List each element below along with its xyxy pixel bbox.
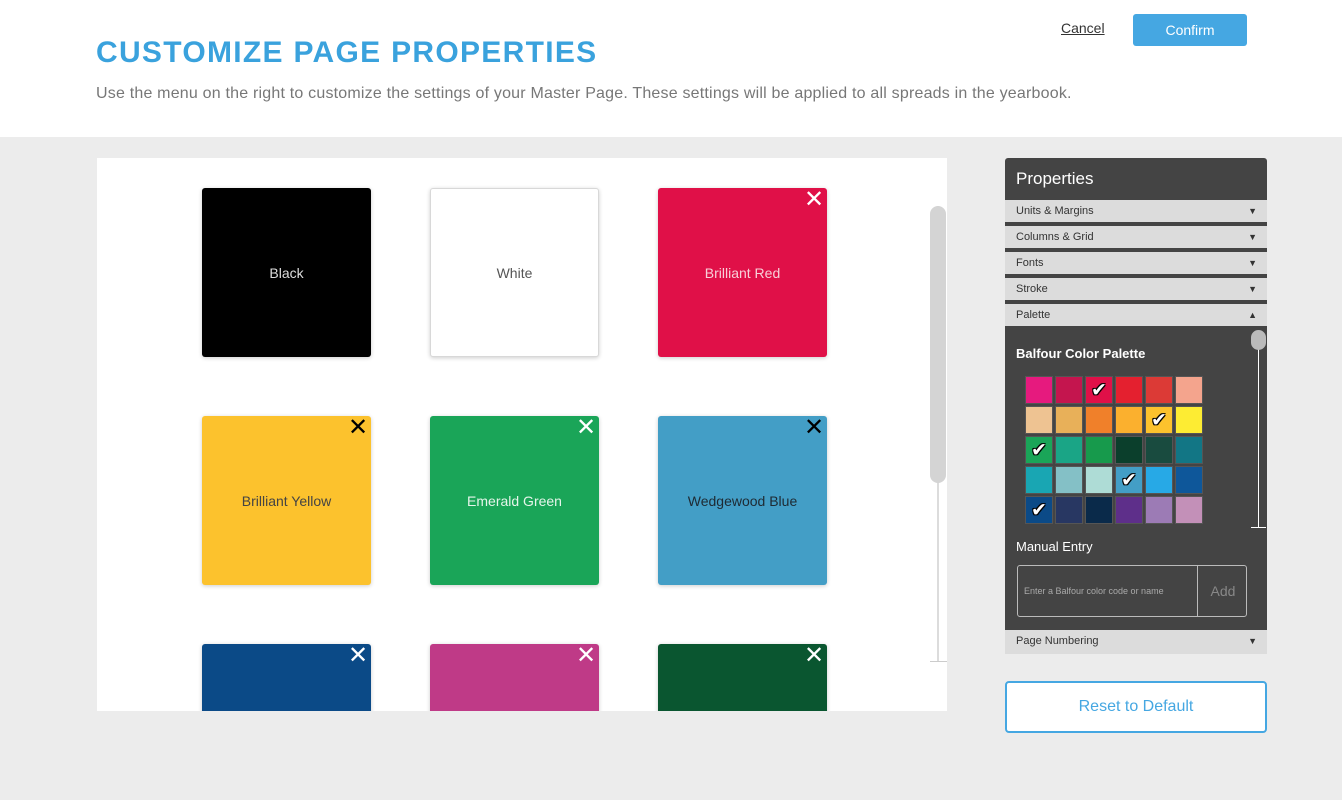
canvas-scrollbar-thumb[interactable] (930, 206, 946, 483)
close-icon[interactable]: ✕ (576, 644, 596, 668)
palette-color-cell[interactable] (1055, 376, 1083, 404)
palette-heading: Balfour Color Palette (1016, 346, 1146, 361)
checkmark-icon: ✔ (1091, 379, 1107, 401)
palette-color-cell[interactable] (1175, 436, 1203, 464)
swatch-label: Brilliant Yellow (241, 492, 332, 509)
section-label: Palette (1016, 309, 1051, 321)
section-label: Stroke (1016, 283, 1048, 295)
chevron-down-icon: ▼ (1248, 206, 1257, 216)
section-stroke[interactable]: Stroke ▼ (1005, 278, 1267, 302)
palette-color-cell[interactable] (1175, 406, 1203, 434)
palette-color-cell[interactable] (1145, 466, 1173, 494)
section-label: Page Numbering (1016, 635, 1099, 647)
palette-color-cell[interactable] (1025, 406, 1053, 434)
swatch-label: Brilliant Red (704, 264, 781, 281)
chevron-down-icon: ▼ (1248, 232, 1257, 242)
palette-color-cell[interactable] (1175, 496, 1203, 524)
section-label: Units & Margins (1016, 205, 1094, 217)
page-subtitle: Use the menu on the right to customize t… (96, 85, 1072, 102)
palette-color-cell[interactable] (1025, 466, 1053, 494)
close-icon[interactable]: ✕ (348, 416, 368, 440)
section-units-margins[interactable]: Units & Margins ▼ (1005, 200, 1267, 224)
color-swatch[interactable]: White (430, 188, 599, 357)
confirm-button[interactable]: Confirm (1133, 14, 1247, 46)
palette-color-cell[interactable] (1085, 466, 1113, 494)
color-code-input[interactable] (1018, 566, 1198, 616)
properties-title: Properties (1016, 169, 1094, 188)
palette-color-cell[interactable] (1085, 436, 1113, 464)
palette-color-cell[interactable] (1115, 496, 1143, 524)
chevron-down-icon: ▼ (1248, 258, 1257, 268)
section-palette[interactable]: Palette ▲ (1005, 304, 1267, 328)
palette-scroll-track-end (1251, 527, 1266, 528)
close-icon[interactable]: ✕ (576, 416, 596, 440)
swatch-label: White (496, 264, 533, 281)
color-swatch[interactable]: Emerald Green ✕ (430, 416, 599, 585)
checkmark-icon: ✔ (1151, 409, 1167, 431)
palette-color-cell[interactable] (1145, 436, 1173, 464)
reset-to-default-button[interactable]: Reset to Default (1005, 681, 1267, 733)
close-icon[interactable]: ✕ (348, 644, 368, 668)
palette-color-cell[interactable]: ✔ (1025, 436, 1053, 464)
palette-color-cell[interactable]: ✔ (1145, 406, 1173, 434)
manual-entry-label: Manual Entry (1016, 539, 1093, 554)
swatch-label: Wedgewood Blue (687, 492, 798, 509)
canvas-scroll-track-end (930, 661, 947, 662)
palette-color-cell[interactable] (1055, 466, 1083, 494)
palette-color-cell[interactable] (1055, 406, 1083, 434)
section-page-numbering[interactable]: Page Numbering ▼ (1005, 630, 1267, 654)
palette-color-cell[interactable] (1025, 376, 1053, 404)
properties-panel: Properties Units & Margins ▼ Columns & G… (1005, 158, 1267, 654)
palette-color-cell[interactable] (1115, 436, 1143, 464)
chevron-up-icon: ▲ (1248, 310, 1257, 320)
color-swatch[interactable]: Brilliant Yellow ✕ (202, 416, 371, 585)
add-color-button[interactable]: Add (1199, 566, 1247, 616)
color-swatch[interactable]: ✕ (658, 644, 827, 711)
section-fonts[interactable]: Fonts ▼ (1005, 252, 1267, 276)
page-title: CUSTOMIZE PAGE PROPERTIES (96, 36, 598, 69)
palette-color-cell[interactable] (1175, 376, 1203, 404)
palette-color-cell[interactable] (1085, 406, 1113, 434)
cancel-link[interactable]: Cancel (1061, 20, 1105, 36)
checkmark-icon: ✔ (1031, 439, 1047, 461)
color-swatch[interactable]: Wedgewood Blue ✕ (658, 416, 827, 585)
palette-color-cell[interactable]: ✔ (1115, 466, 1143, 494)
palette-scroll-track[interactable] (1258, 338, 1259, 528)
color-swatch[interactable]: Brilliant Red ✕ (658, 188, 827, 357)
close-icon[interactable]: ✕ (804, 644, 824, 668)
section-label: Columns & Grid (1016, 231, 1094, 243)
header: CUSTOMIZE PAGE PROPERTIES Use the menu o… (0, 0, 1342, 137)
section-label: Fonts (1016, 257, 1044, 269)
chevron-down-icon: ▼ (1248, 636, 1257, 646)
manual-entry-box: Add (1017, 565, 1247, 617)
palette-color-cell[interactable]: ✔ (1025, 496, 1053, 524)
palette-color-cell[interactable] (1175, 466, 1203, 494)
checkmark-icon: ✔ (1031, 499, 1047, 521)
swatch-label: Emerald Green (467, 492, 562, 509)
close-icon[interactable]: ✕ (804, 188, 824, 212)
palette-color-cell[interactable] (1055, 436, 1083, 464)
palette-grid: ✔ ✔ ✔ ✔ ✔ (1025, 376, 1207, 528)
color-swatch[interactable]: ✕ (202, 644, 371, 711)
palette-color-cell[interactable] (1085, 496, 1113, 524)
section-columns-grid[interactable]: Columns & Grid ▼ (1005, 226, 1267, 250)
palette-scrollbar-thumb[interactable] (1251, 330, 1266, 350)
checkmark-icon: ✔ (1121, 469, 1137, 491)
swatch-canvas: Black White Brilliant Red ✕ Brilliant Yellow… (97, 158, 947, 711)
palette-color-cell[interactable] (1145, 376, 1173, 404)
palette-color-cell[interactable] (1055, 496, 1083, 524)
chevron-down-icon: ▼ (1248, 284, 1257, 294)
palette-color-cell[interactable]: ✔ (1085, 376, 1113, 404)
palette-color-cell[interactable] (1145, 496, 1173, 524)
swatch-label: Black (269, 264, 304, 281)
palette-color-cell[interactable] (1115, 406, 1143, 434)
color-swatch[interactable]: Black (202, 188, 371, 357)
palette-color-cell[interactable] (1115, 376, 1143, 404)
color-swatch[interactable]: ✕ (430, 644, 599, 711)
close-icon[interactable]: ✕ (804, 416, 824, 440)
